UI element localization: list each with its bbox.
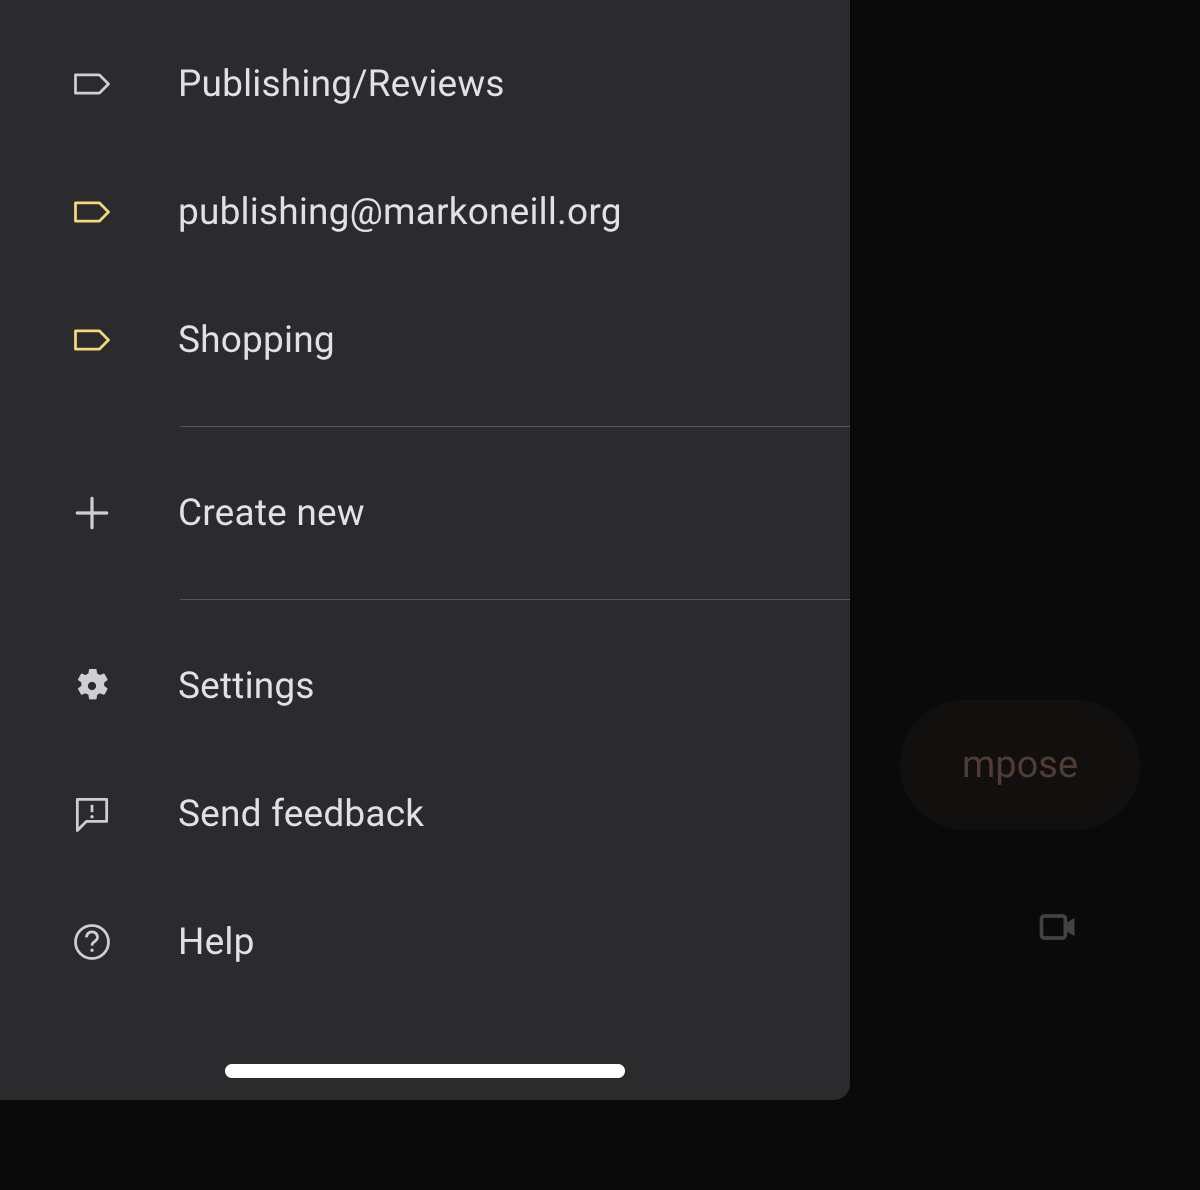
label-icon bbox=[68, 188, 116, 236]
divider bbox=[180, 599, 850, 600]
help-icon bbox=[68, 918, 116, 966]
label-publishing-reviews[interactable]: Publishing/Reviews bbox=[0, 20, 850, 148]
label-publishing-email[interactable]: publishing@markoneill.org bbox=[0, 148, 850, 276]
home-indicator[interactable] bbox=[225, 1064, 625, 1078]
divider bbox=[180, 426, 850, 427]
label-shopping[interactable]: Shopping bbox=[0, 276, 850, 404]
label-icon bbox=[68, 316, 116, 364]
sidebar-item-label: publishing@markoneill.org bbox=[178, 191, 622, 234]
video-icon bbox=[1036, 905, 1080, 949]
help-item[interactable]: Help bbox=[0, 878, 850, 1006]
compose-button[interactable]: mpose bbox=[900, 700, 1140, 830]
label-icon bbox=[68, 60, 116, 108]
sidebar-item-label: Publishing/Reviews bbox=[178, 63, 505, 106]
sidebar-item-label: Help bbox=[178, 921, 255, 964]
sidebar-item-label: Create new bbox=[178, 492, 365, 535]
video-call-tab[interactable] bbox=[1036, 905, 1080, 953]
sidebar-item-label: Settings bbox=[178, 665, 315, 708]
gear-icon bbox=[68, 662, 116, 710]
settings-item[interactable]: Settings bbox=[0, 622, 850, 750]
feedback-icon bbox=[68, 790, 116, 838]
navigation-drawer: Publishing/Reviews publishing@markoneill… bbox=[0, 0, 850, 1100]
sidebar-item-label: Shopping bbox=[178, 319, 335, 362]
sidebar-item-label: Send feedback bbox=[178, 793, 424, 836]
create-new-label[interactable]: Create new bbox=[0, 449, 850, 577]
plus-icon bbox=[68, 489, 116, 537]
compose-label: mpose bbox=[962, 743, 1078, 787]
send-feedback-item[interactable]: Send feedback bbox=[0, 750, 850, 878]
